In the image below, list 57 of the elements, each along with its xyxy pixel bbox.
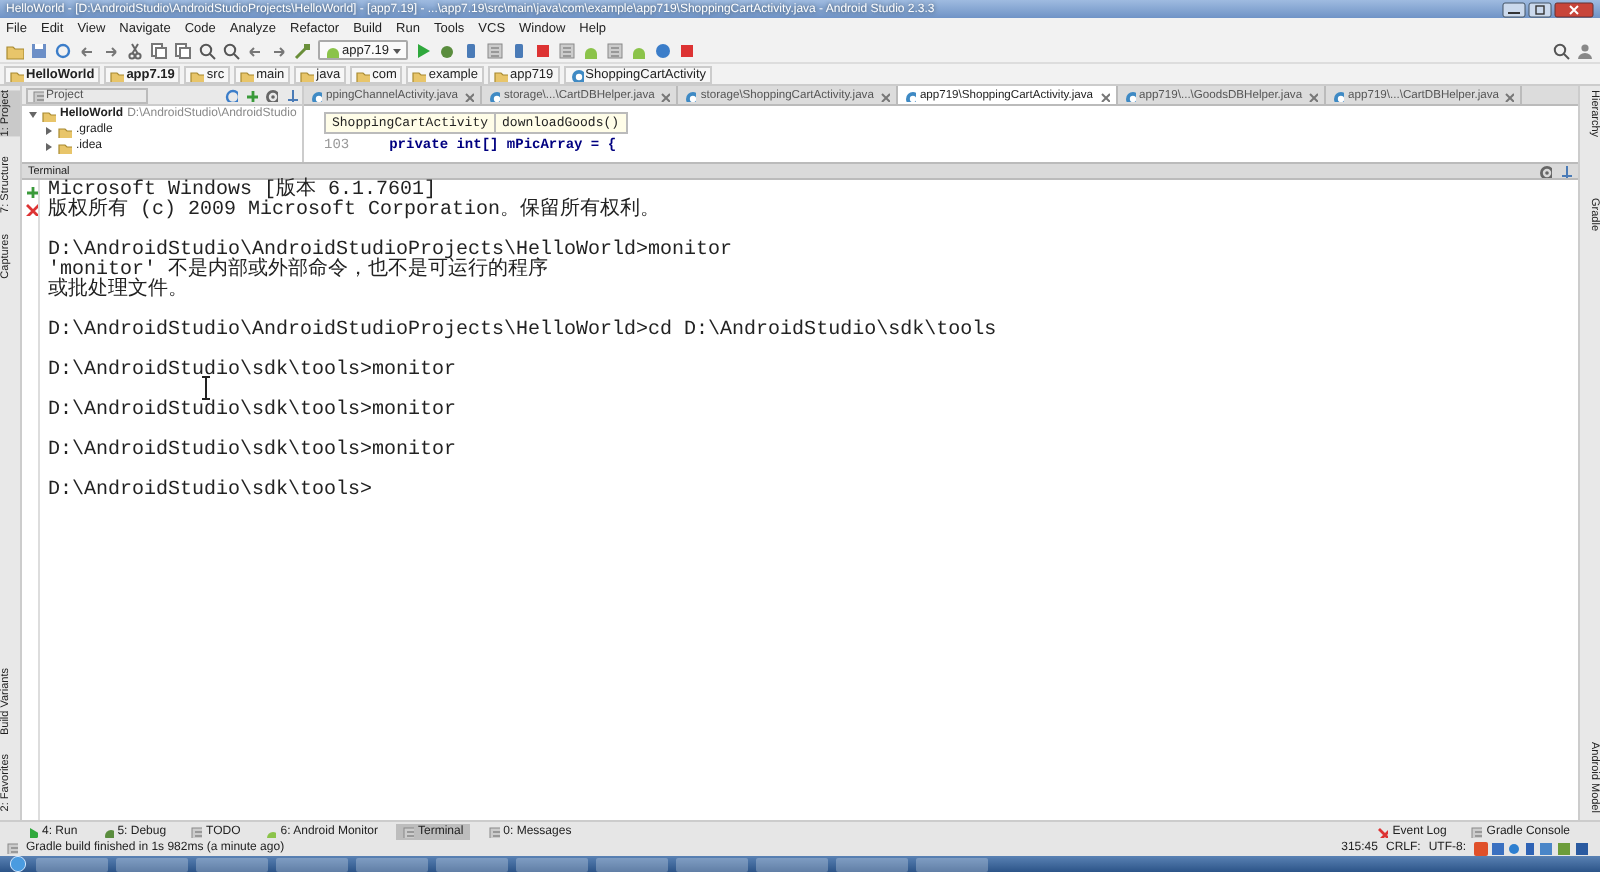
- terminal-line: D:\AndroidStudio\AndroidStudioProjects\HelloWorld>cd D:\AndroidStudio\sdk\tools: [48, 322, 999, 342]
- search-icon[interactable]: [1552, 41, 1570, 59]
- class-icon: [684, 89, 697, 101]
- close-icon[interactable]: [1502, 89, 1515, 101]
- debug-icon[interactable]: [437, 41, 455, 59]
- forward-icon[interactable]: [270, 41, 288, 59]
- cut-icon[interactable]: [126, 41, 144, 59]
- class-icon: [903, 89, 916, 101]
- close-icon[interactable]: [658, 89, 671, 101]
- save-icon[interactable]: [30, 41, 48, 59]
- hide-icon[interactable]: [284, 88, 298, 102]
- close-session-icon[interactable]: [23, 202, 37, 216]
- maximize-button[interactable]: [1528, 1, 1552, 17]
- undo-icon[interactable]: [78, 41, 96, 59]
- expand-all-icon[interactable]: [244, 88, 258, 102]
- device-icon[interactable]: [461, 41, 479, 59]
- stop-icon[interactable]: [533, 41, 551, 59]
- class-icon: [487, 89, 500, 101]
- terminal-line: D:\AndroidStudio\sdk\tools>monitor: [48, 442, 459, 462]
- event-log-icon: [1376, 825, 1389, 837]
- expander-icon[interactable]: [44, 141, 54, 151]
- sync-icon[interactable]: [224, 88, 238, 102]
- close-button[interactable]: [1554, 1, 1594, 17]
- terminal-line: D:\AndroidStudio\sdk\tools>monitor: [48, 402, 459, 422]
- close-icon[interactable]: [877, 89, 890, 101]
- android-icon: [324, 42, 340, 58]
- class-icon: [1123, 89, 1136, 101]
- settings-icon[interactable]: [1538, 164, 1552, 178]
- text-cursor-icon: [200, 376, 212, 400]
- caret-icon: [391, 45, 401, 55]
- start-button[interactable]: [8, 856, 28, 872]
- close-icon[interactable]: [1306, 89, 1319, 101]
- settings-icon[interactable]: [264, 88, 278, 102]
- sync-icon[interactable]: [54, 41, 72, 59]
- expander-icon[interactable]: [44, 125, 54, 135]
- close-icon[interactable]: [1097, 89, 1110, 101]
- debug-icon: [101, 825, 114, 837]
- search-icon[interactable]: [198, 41, 216, 59]
- close-icon[interactable]: [461, 89, 474, 101]
- user-icon[interactable]: [1576, 41, 1594, 59]
- new-session-icon[interactable]: [23, 184, 37, 198]
- hide-icon[interactable]: [1558, 164, 1572, 178]
- copy-icon[interactable]: [150, 41, 168, 59]
- terminal-line: D:\AndroidStudio\AndroidStudioProjects\HelloWorld>monitor: [48, 242, 735, 262]
- back-icon[interactable]: [246, 41, 264, 59]
- paste-icon[interactable]: [174, 41, 192, 59]
- minimize-button[interactable]: [1502, 1, 1526, 17]
- class-icon: [1332, 89, 1345, 101]
- tray-icons-drawing: [1474, 841, 1594, 855]
- class-icon: [310, 89, 322, 101]
- class-icon: [569, 67, 584, 81]
- redo-icon[interactable]: [102, 41, 120, 59]
- terminal-line: 或批处理文件。: [48, 282, 190, 302]
- terminal-line: D:\AndroidStudio\sdk\tools>monitor: [48, 362, 459, 382]
- terminal-line: 版权所有 (c) 2009 Microsoft Corporation。保留所有权利。: [48, 202, 663, 222]
- terminal-line: D:\AndroidStudio\sdk\tools>: [48, 482, 375, 502]
- hammer-icon[interactable]: [294, 41, 312, 59]
